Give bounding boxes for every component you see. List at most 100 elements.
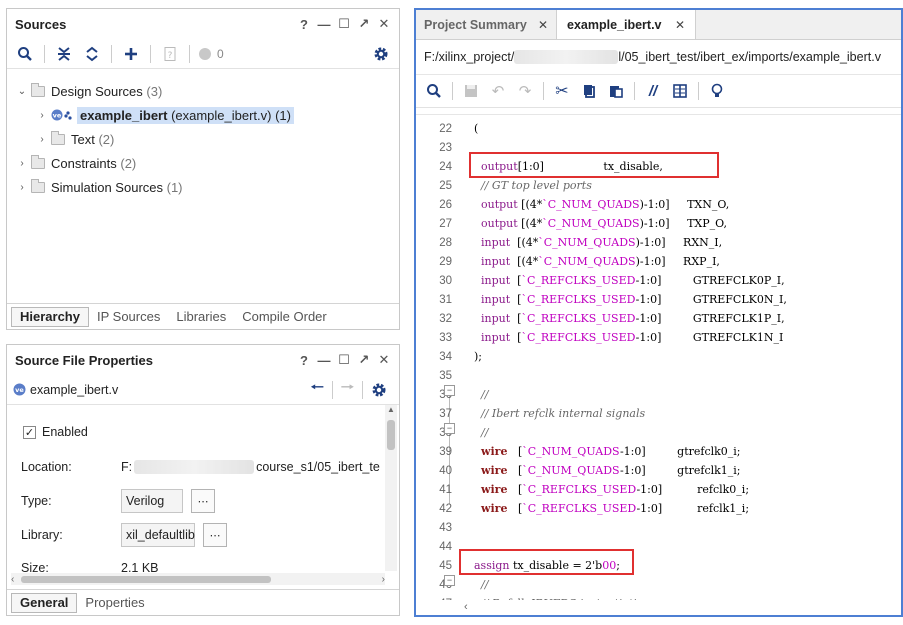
save-icon[interactable] — [459, 79, 483, 103]
code-line: 32 input [`C_REFCLKS_USED-1:0] GTREFCLK1… — [416, 309, 784, 328]
chevron-right-icon[interactable]: › — [35, 110, 49, 121]
svg-text:ve: ve — [15, 386, 24, 394]
fold-marker-icon[interactable]: − — [444, 423, 455, 434]
split-view-icon[interactable] — [668, 79, 692, 103]
horizontal-scrollbar[interactable]: ‹ › — [11, 573, 385, 585]
code-line: 23 — [416, 138, 452, 157]
close-icon[interactable]: ✕ — [538, 18, 548, 32]
tab-project-summary[interactable]: Project Summary ✕ — [416, 10, 556, 39]
macro-token: `C_REFCLKS_USED — [521, 274, 636, 287]
tab-general[interactable]: General — [11, 592, 78, 613]
cut-icon[interactable]: ✂ — [550, 79, 574, 103]
code-token: -1:0] GTREFCLK0P_I, — [635, 274, 785, 287]
folder-icon — [31, 178, 45, 193]
gear-icon[interactable] — [371, 382, 387, 398]
tree-item-count: (2) — [98, 131, 115, 147]
path-suffix: l/05_ibert_test/ibert_ex/imports/example… — [618, 50, 881, 64]
comment-token: // — [481, 578, 489, 591]
paste-icon[interactable] — [604, 79, 628, 103]
line-number: 33 — [439, 331, 452, 344]
back-arrow-icon[interactable]: 🠐 — [311, 377, 324, 402]
add-sources-icon[interactable] — [119, 42, 143, 66]
tab-properties[interactable]: Properties — [77, 593, 152, 613]
line-number: 44 — [439, 540, 452, 553]
scrollbar-thumb[interactable] — [21, 575, 271, 583]
line-number: 37 — [439, 407, 452, 420]
tree-item-example-ibert[interactable]: › ve example_ibert (example_ibert.v) (1) — [7, 103, 399, 127]
undo-icon[interactable]: ↶ — [486, 79, 510, 103]
search-icon[interactable] — [13, 42, 37, 66]
code-line: 41 wire [`C_REFCLKS_USED-1:0] refclk0_i; — [416, 480, 749, 499]
redo-icon[interactable]: ↷ — [513, 79, 537, 103]
lightbulb-icon[interactable] — [705, 79, 729, 103]
tab-label: Project Summary — [424, 17, 527, 32]
code-line: 45 assign tx_disable = 2'b00; — [416, 556, 620, 575]
fold-marker-icon[interactable]: − — [444, 575, 455, 586]
keyword-token: input — [481, 293, 511, 306]
maximize-icon[interactable]: ☐ — [335, 351, 353, 369]
folder-icon — [51, 130, 65, 145]
keyword-token: output — [481, 198, 518, 211]
float-icon[interactable]: ↗ — [355, 351, 373, 369]
highlight-box-assign — [459, 549, 634, 575]
unknown-file-icon[interactable]: ? — [158, 42, 182, 66]
tree-item-label: Design Sources — [51, 83, 143, 99]
type-label: Type: — [21, 494, 52, 508]
comment-toggle-icon[interactable]: // — [641, 79, 665, 103]
vertical-scrollbar[interactable]: ▲ — [385, 405, 397, 571]
chevron-right-icon[interactable]: › — [15, 182, 29, 193]
chevron-down-icon[interactable]: ⌄ — [15, 86, 29, 97]
tree-item-design-sources[interactable]: ⌄ Design Sources (3) — [7, 79, 399, 103]
tree-item-selected[interactable]: example_ibert (example_ibert.v) (1) — [77, 106, 294, 124]
type-browse-button[interactable]: ⋯ — [191, 489, 215, 513]
code-text: ( — [474, 122, 478, 135]
close-icon[interactable]: ✕ — [675, 18, 685, 32]
comment-token: // Refclk IBUFDS instantiations — [481, 597, 656, 600]
collapse-all-icon[interactable] — [52, 42, 76, 66]
help-icon[interactable]: ? — [295, 351, 313, 369]
tab-ip-sources[interactable]: IP Sources — [89, 307, 168, 327]
tab-hierarchy[interactable]: Hierarchy — [11, 306, 89, 327]
close-icon[interactable]: ✕ — [375, 351, 393, 369]
tab-libraries[interactable]: Libraries — [168, 307, 234, 327]
float-icon[interactable]: ↗ — [355, 15, 373, 33]
scrollbar-thumb[interactable] — [387, 420, 395, 450]
tree-item-text[interactable]: › Text (2) — [7, 127, 399, 151]
comment-token: // — [481, 388, 489, 401]
line-number: 25 — [439, 179, 452, 192]
tree-item-constraints[interactable]: › Constraints (2) — [7, 151, 399, 175]
copy-icon[interactable] — [577, 79, 601, 103]
tree-item-label: Simulation Sources — [51, 179, 163, 195]
minimize-icon[interactable]: — — [315, 351, 333, 369]
help-icon[interactable]: ? — [295, 15, 313, 33]
close-icon[interactable]: ✕ — [375, 15, 393, 33]
forward-arrow-icon[interactable]: 🠒 — [341, 377, 354, 402]
scroll-left-icon[interactable]: ‹ — [11, 574, 21, 585]
code-token: [(4* — [517, 217, 543, 230]
tab-compile-order[interactable]: Compile Order — [234, 307, 335, 327]
gear-icon[interactable] — [369, 42, 393, 66]
library-browse-button[interactable]: ⋯ — [203, 523, 227, 547]
horizontal-scrollbar[interactable]: ‹ — [464, 601, 468, 613]
code-text: wire [`C_NUM_QUADS-1:0] gtrefclk1_i; — [474, 464, 741, 477]
minimize-icon[interactable]: — — [315, 15, 333, 33]
search-icon[interactable] — [422, 79, 446, 103]
code-line: 35 — [416, 366, 452, 385]
expand-all-icon[interactable] — [80, 42, 104, 66]
scroll-right-icon[interactable]: › — [382, 574, 385, 585]
status-circle-icon — [197, 42, 213, 66]
code-editor[interactable]: − − − 22(23 24 output[1:0] tx_disable, 25… — [416, 114, 901, 600]
maximize-icon[interactable]: ☐ — [335, 15, 353, 33]
enabled-checkbox[interactable]: ✓ — [23, 425, 36, 439]
chevron-right-icon[interactable]: › — [35, 134, 49, 145]
tab-example-ibert[interactable]: example_ibert.v ✕ — [556, 10, 696, 39]
scroll-up-icon[interactable]: ▲ — [385, 405, 397, 414]
tree-item-simulation-sources[interactable]: › Simulation Sources (1) — [7, 175, 399, 199]
code-text: // Refclk IBUFDS instantiations — [474, 597, 656, 600]
fold-marker-icon[interactable]: − — [444, 385, 455, 396]
code-token: [(4* — [510, 255, 539, 268]
comment-token: // GT top level ports — [481, 179, 592, 192]
code-text: // — [474, 388, 488, 401]
chevron-right-icon[interactable]: › — [15, 158, 29, 169]
